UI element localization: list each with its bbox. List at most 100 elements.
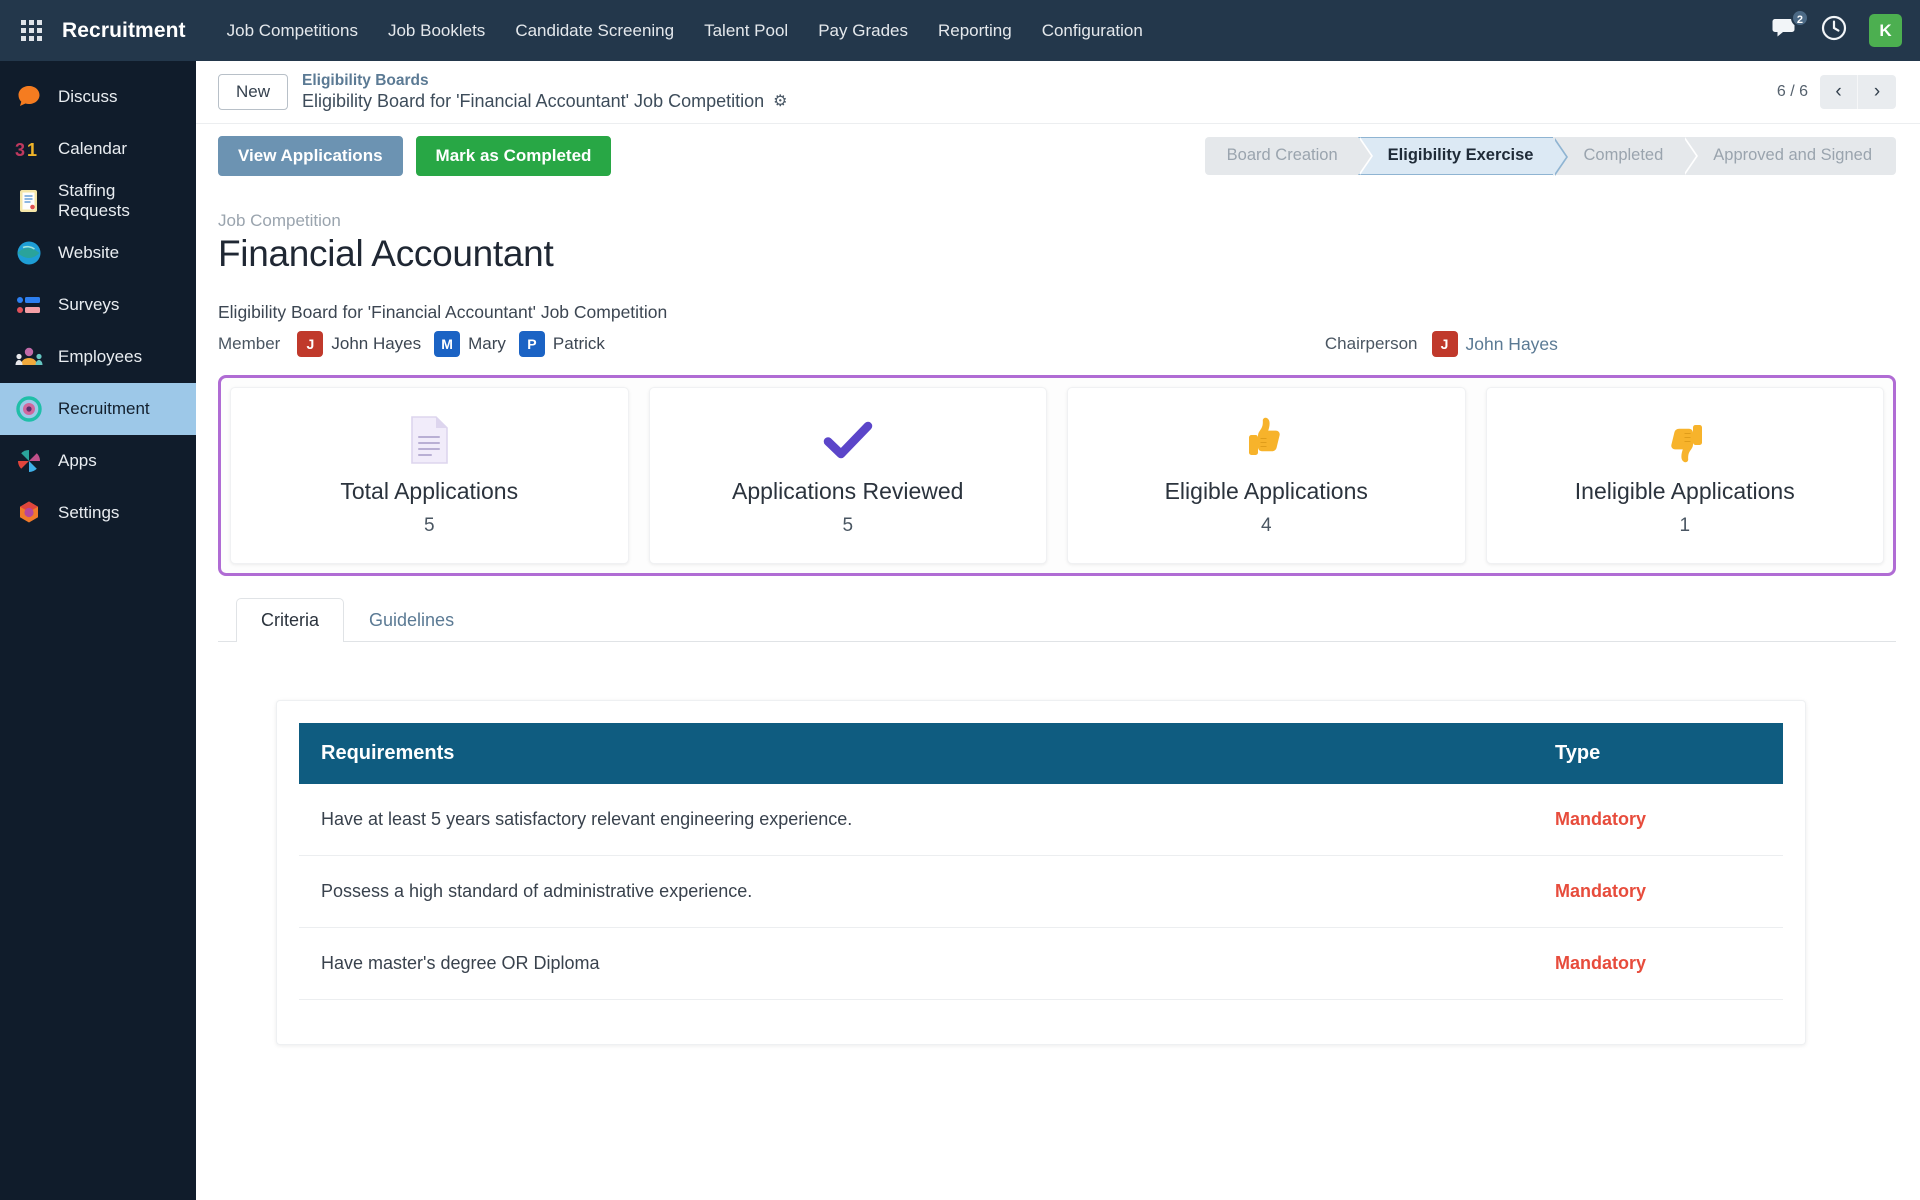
breadcrumb-current: Eligibility Board for 'Financial Account… — [302, 90, 787, 113]
stat-label: Eligible Applications — [1164, 478, 1368, 504]
column-header-type: Type — [1533, 723, 1783, 784]
sidebar-item-label: Discuss — [58, 87, 118, 106]
breadcrumb: Eligibility Boards Eligibility Board for… — [302, 71, 787, 113]
stat-card-applications-reviewed[interactable]: Applications Reviewed 5 — [648, 387, 1047, 564]
stage-eligibility-exercise[interactable]: Eligibility Exercise — [1357, 136, 1569, 176]
member-avatar: M — [434, 331, 461, 357]
member-name: Mary — [468, 334, 506, 353]
members-group: Member J John Hayes M Mary P Patrick — [218, 331, 605, 357]
sidebar-item-surveys[interactable]: Surveys — [0, 279, 196, 331]
sidebar-item-website[interactable]: Website — [0, 227, 196, 279]
cell-type: Mandatory — [1533, 784, 1783, 856]
sidebar-item-calendar[interactable]: 3 1 Calendar — [0, 123, 196, 175]
sidebar-item-settings[interactable]: Settings — [0, 487, 196, 539]
criteria-table-container: Requirements Type Have at least 5 years … — [276, 700, 1806, 1045]
website-icon — [14, 238, 44, 268]
sidebar-item-label: Employees — [58, 347, 143, 366]
pager-buttons: ‹ › — [1820, 75, 1896, 109]
criteria-table: Requirements Type Have at least 5 years … — [299, 723, 1783, 1000]
main-content: New Eligibility Boards Eligibility Board… — [196, 61, 1920, 1200]
record-description: Eligibility Board for 'Financial Account… — [218, 302, 668, 322]
apps-icon — [14, 446, 44, 476]
sidebar-item-discuss[interactable]: Discuss — [0, 71, 196, 123]
chairperson-chip[interactable]: J John Hayes — [1431, 331, 1558, 357]
sidebar-item-label: Surveys — [58, 295, 120, 314]
nav-item-talent-pool[interactable]: Talent Pool — [689, 13, 803, 49]
discuss-icon — [14, 82, 44, 112]
nav-item-reporting[interactable]: Reporting — [923, 13, 1027, 49]
clipboard-icon — [14, 186, 44, 216]
sidebar-item-label: Settings — [58, 503, 120, 522]
chairperson-group: Chairperson J John Hayes — [1325, 331, 1558, 357]
nav-item-configuration[interactable]: Configuration — [1027, 13, 1158, 49]
cell-requirement: Have at least 5 years satisfactory relev… — [299, 784, 1533, 856]
member-chip[interactable]: P Patrick — [518, 331, 605, 357]
table-row[interactable]: Have at least 5 years satisfactory relev… — [299, 784, 1783, 856]
app-brand[interactable]: Recruitment — [62, 19, 186, 43]
check-icon — [660, 412, 1037, 468]
view-applications-button[interactable]: View Applications — [218, 135, 403, 176]
member-chip[interactable]: M Mary — [434, 331, 506, 357]
sidebar-item-employees[interactable]: Employees — [0, 331, 196, 383]
form-scroll-area[interactable]: Job Competition Financial Accountant Eli… — [196, 187, 1920, 1200]
svg-text:1: 1 — [27, 140, 37, 160]
sidebar-item-staffing-requests[interactable]: Staffing Requests — [0, 175, 196, 227]
mark-as-completed-button[interactable]: Mark as Completed — [415, 135, 612, 176]
tab-criteria[interactable]: Criteria — [236, 598, 345, 642]
stage-board-creation[interactable]: Board Creation — [1204, 136, 1373, 175]
nav-item-job-competitions[interactable]: Job Competitions — [212, 13, 373, 49]
thumbs-down-icon — [1497, 412, 1874, 468]
table-header-row: Requirements Type — [299, 723, 1783, 784]
nav-item-job-booklets[interactable]: Job Booklets — [373, 13, 500, 49]
pager-count: 6 / 6 — [1776, 83, 1808, 100]
stat-cards-group: Total Applications 5 Applications Review… — [218, 375, 1896, 576]
thumbs-up-icon — [1078, 412, 1455, 468]
tab-guidelines[interactable]: Guidelines — [344, 598, 479, 642]
member-name: Patrick — [552, 334, 605, 353]
stat-value: 5 — [842, 515, 854, 536]
sidebar-item-label: Recruitment — [58, 399, 150, 418]
column-header-requirements: Requirements — [299, 723, 1533, 784]
chevron-left-icon[interactable]: ‹ — [1820, 75, 1858, 109]
apps-grid-icon[interactable] — [0, 20, 62, 41]
document-icon — [241, 412, 618, 468]
table-body: Have at least 5 years satisfactory relev… — [299, 784, 1783, 1000]
calendar-icon: 3 1 — [14, 134, 44, 164]
stat-card-eligible-applications[interactable]: Eligible Applications 4 — [1067, 387, 1466, 564]
svg-text:3: 3 — [15, 140, 25, 160]
gear-icon[interactable]: ⚙ — [773, 92, 787, 112]
avatar[interactable]: K — [1869, 14, 1902, 47]
cell-requirement: Possess a high standard of administrativ… — [299, 855, 1533, 928]
member-name: John Hayes — [331, 334, 422, 353]
member-label: Member — [218, 334, 281, 353]
top-navbar: Recruitment Job Competitions Job Booklet… — [0, 0, 1920, 61]
settings-icon — [14, 498, 44, 528]
employees-icon — [14, 342, 44, 372]
stat-label: Total Applications — [340, 478, 519, 504]
form-sheet: Job Competition Financial Accountant Eli… — [196, 187, 1920, 1045]
nav-item-candidate-screening[interactable]: Candidate Screening — [500, 13, 689, 49]
chevron-right-icon[interactable]: › — [1858, 75, 1896, 109]
control-panel-breadcrumb: New Eligibility Boards Eligibility Board… — [196, 61, 1920, 124]
sidebar-item-recruitment[interactable]: Recruitment — [0, 383, 196, 435]
stage-approved-and-signed[interactable]: Approved and Signed — [1683, 136, 1896, 175]
table-row[interactable]: Possess a high standard of administrativ… — [299, 855, 1783, 928]
stage-completed[interactable]: Completed — [1553, 136, 1699, 175]
table-head: Requirements Type — [299, 723, 1783, 784]
member-chip[interactable]: J John Hayes — [297, 331, 421, 357]
breadcrumb-parent[interactable]: Eligibility Boards — [302, 71, 787, 90]
stat-card-ineligible-applications[interactable]: Ineligible Applications 1 — [1485, 387, 1884, 564]
stat-card-total-applications[interactable]: Total Applications 5 — [230, 387, 629, 564]
surveys-icon — [14, 290, 44, 320]
page-title: Financial Accountant — [218, 233, 554, 274]
new-button[interactable]: New — [218, 74, 289, 110]
cell-requirement: Have master's degree OR Diploma — [299, 927, 1533, 1000]
table-row[interactable]: Have master's degree OR Diploma Mandator… — [299, 927, 1783, 1000]
stat-label: Ineligible Applications — [1574, 478, 1795, 504]
messages-icon[interactable]: 2 — [1772, 8, 1809, 46]
sidebar: Discuss 3 1 Calendar Staffing Requests W… — [0, 61, 196, 1200]
nav-item-pay-grades[interactable]: Pay Grades — [803, 13, 923, 49]
sidebar-item-label: Website — [58, 243, 120, 262]
sidebar-item-apps[interactable]: Apps — [0, 435, 196, 487]
clock-icon[interactable] — [1821, 15, 1847, 46]
